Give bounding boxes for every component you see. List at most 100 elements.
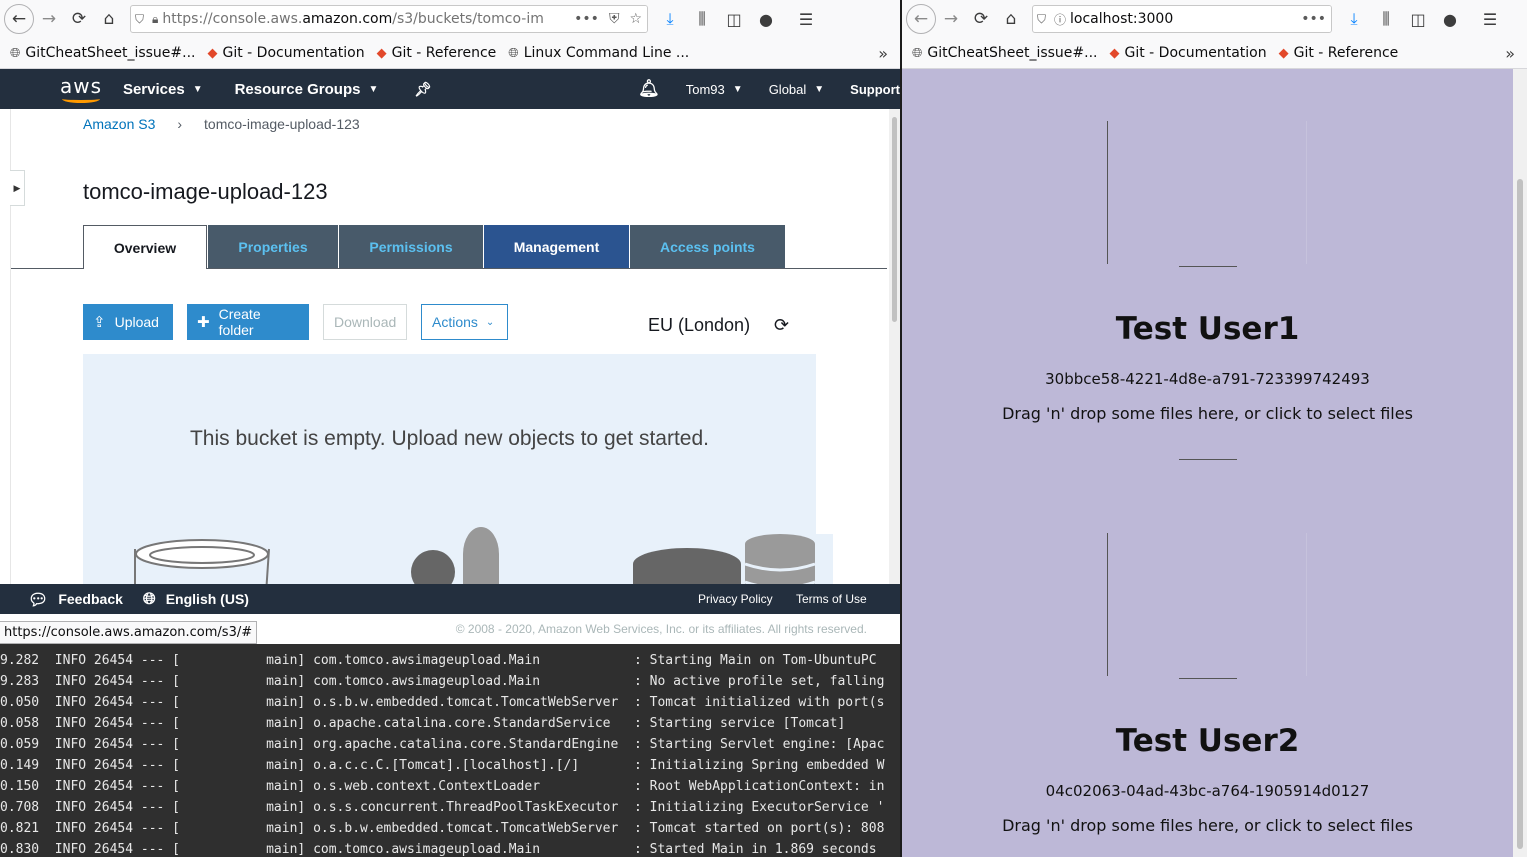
actions-dropdown[interactable]: Actions ⌄ [421,304,508,340]
services-menu[interactable]: Services ▼ [123,81,203,98]
tab-properties[interactable]: Properties [208,225,338,268]
home-icon[interactable]: ⌂ [996,4,1026,34]
shield-icon: ⛉ [135,11,145,26]
language-selector[interactable]: 🌐︎ English (US) [143,589,249,609]
aws-logo[interactable]: aws [60,72,101,106]
bell-icon[interactable]: 🔔︎ [638,79,660,99]
bookmark-item[interactable]: ◆ Git - Documentation [1109,45,1266,61]
aws-smile-icon [62,95,100,103]
upload-button[interactable]: ⇪ Upload [83,304,173,340]
library-icon[interactable]: ⫼ [1370,9,1402,29]
terms-of-use-link[interactable]: Terms of Use [796,592,867,606]
support-menu[interactable]: Support [850,82,900,97]
forward-arrow-icon[interactable]: → [936,4,966,34]
log-line: 9.283 INFO 26454 --- [ main] com.tomco.a… [0,674,885,689]
pin-icon[interactable]: 📌︎ [414,81,432,98]
url-text: localhost:3000 [1070,11,1174,27]
bookmark-item[interactable]: ◆ Git - Reference [1279,45,1399,61]
chevron-more-icon[interactable]: » [878,44,888,63]
scrollbar-thumb[interactable] [892,117,897,322]
download-button[interactable]: Download [323,304,407,340]
download-icon[interactable]: ⤓ [1338,9,1370,29]
forward-arrow-icon[interactable]: → [34,4,64,34]
avatar-image [1107,533,1307,676]
account-icon[interactable]: ● [750,10,782,29]
url-bar[interactable]: ⛉ ⓘ localhost:3000 ••• [1032,5,1332,33]
pocket-icon[interactable]: ⛨ [609,11,620,27]
page-scrollbar[interactable] [1513,69,1527,857]
tab-access-points[interactable]: Access points [630,225,785,268]
home-icon[interactable]: ⌂ [94,4,124,34]
globe-icon: 🌐︎ [508,45,519,61]
user-menu[interactable]: Tom93 ▼ [686,82,743,97]
chevron-down-icon: ⌄ [485,316,495,328]
library-icon[interactable]: ⫼ [686,9,718,29]
shield-icon: ⛉ [1037,11,1047,26]
log-line: 9.282 INFO 26454 --- [ main] com.tomco.a… [0,653,877,668]
bookmark-item[interactable]: ◆ Git - Reference [377,45,497,61]
empty-bucket-panel: This bucket is empty. Upload new objects… [83,354,816,584]
info-icon: ⓘ [1054,12,1067,27]
git-icon: ◆ [207,45,218,61]
file-dropzone[interactable]: Drag 'n' drop some files here, or click … [902,816,1513,835]
sidebar-icon[interactable]: ◫ [1402,10,1434,29]
browser-toolbar: ← → ⟳ ⌂ ⛉ 🔒︎ https://console.aws. amazon.… [0,0,900,38]
git-icon: ◆ [1109,45,1120,61]
page-title: tomco-image-upload-123 [83,179,328,204]
tab-management[interactable]: Management [484,225,629,268]
download-icon[interactable]: ⤓ [654,9,686,29]
menu-icon[interactable]: ☰ [790,10,822,29]
plus-icon: ✚ [197,313,210,331]
page-scrollbar[interactable] [889,109,900,584]
user-id: 04c02063-04ad-43bc-a764-1905914d0127 [1045,782,1370,800]
breadcrumb-chevron-icon: › [177,116,183,132]
avatar-divider [1179,266,1237,267]
bookmark-item[interactable]: 🌐︎ GitCheatSheet_issue#... [10,45,195,61]
log-line: 0.059 INFO 26454 --- [ main] org.apache.… [0,737,885,752]
tab-permissions[interactable]: Permissions [339,225,483,268]
feedback-button[interactable]: 💬︎ Feedback [28,590,123,609]
log-line: 0.058 INFO 26454 --- [ main] o.apache.ca… [0,716,846,731]
log-line: 0.821 INFO 26454 --- [ main] o.s.b.w.emb… [0,821,885,836]
url-bar[interactable]: ⛉ 🔒︎ https://console.aws. amazon.com/s3/b… [130,5,648,33]
terminal-log[interactable]: 9.282 INFO 26454 --- [ main] com.tomco.a… [0,644,900,857]
bookmark-item[interactable]: 🌐︎ Linux Command Line ... [508,45,689,61]
account-icon[interactable]: ● [1434,10,1466,29]
url-host: amazon.com [302,11,393,27]
sidebar-toggle-icon[interactable]: ▶ [10,170,25,206]
refresh-icon[interactable]: ⟳ [774,315,789,336]
user-profiles-app: Test User1 30bbce58-4221-4d8e-a791-72339… [902,69,1527,857]
user-name: Test User1 [1115,311,1300,347]
breadcrumb-amazon-s3[interactable]: Amazon S3 [83,116,155,132]
bookmark-item[interactable]: ◆ Git - Documentation [207,45,364,61]
lock-icon: 🔒︎ [152,11,159,26]
tab-overview[interactable]: Overview [83,225,207,269]
bookmark-star-icon[interactable]: ☆ [629,11,642,27]
user-name: Test User2 [1115,723,1300,759]
scrollbar-thumb[interactable] [1517,179,1523,849]
reload-icon[interactable]: ⟳ [64,4,94,34]
card-divider [1179,459,1237,460]
globe-icon: 🌐︎ [10,45,21,61]
bucket-icon [134,539,270,584]
link-status-tooltip: https://console.aws.amazon.com/s3/# [0,621,258,644]
privacy-policy-link[interactable]: Privacy Policy [698,592,773,606]
reload-icon[interactable]: ⟳ [966,4,996,34]
bookmark-item[interactable]: 🌐︎ GitCheatSheet_issue#... [912,45,1097,61]
copyright-text: © 2008 - 2020, Amazon Web Services, Inc.… [455,622,867,636]
avatar-image [1107,121,1307,264]
globe-icon: 🌐︎ [142,589,156,608]
create-folder-button[interactable]: ✚ Create folder [187,304,309,340]
file-dropzone[interactable]: Drag 'n' drop some files here, or click … [902,404,1513,423]
page-actions-icon[interactable]: ••• [574,11,599,27]
empty-bucket-illustration [134,527,816,584]
menu-icon[interactable]: ☰ [1474,10,1506,29]
back-arrow-icon[interactable]: ← [4,4,34,34]
region-menu[interactable]: Global ▼ [769,82,824,97]
page-actions-icon[interactable]: ••• [1301,11,1326,27]
back-arrow-icon[interactable]: ← [906,4,936,34]
chevron-more-icon[interactable]: » [1505,44,1515,63]
chevron-down-icon: ▼ [368,83,379,95]
resource-groups-menu[interactable]: Resource Groups ▼ [235,81,379,98]
sidebar-icon[interactable]: ◫ [718,10,750,29]
